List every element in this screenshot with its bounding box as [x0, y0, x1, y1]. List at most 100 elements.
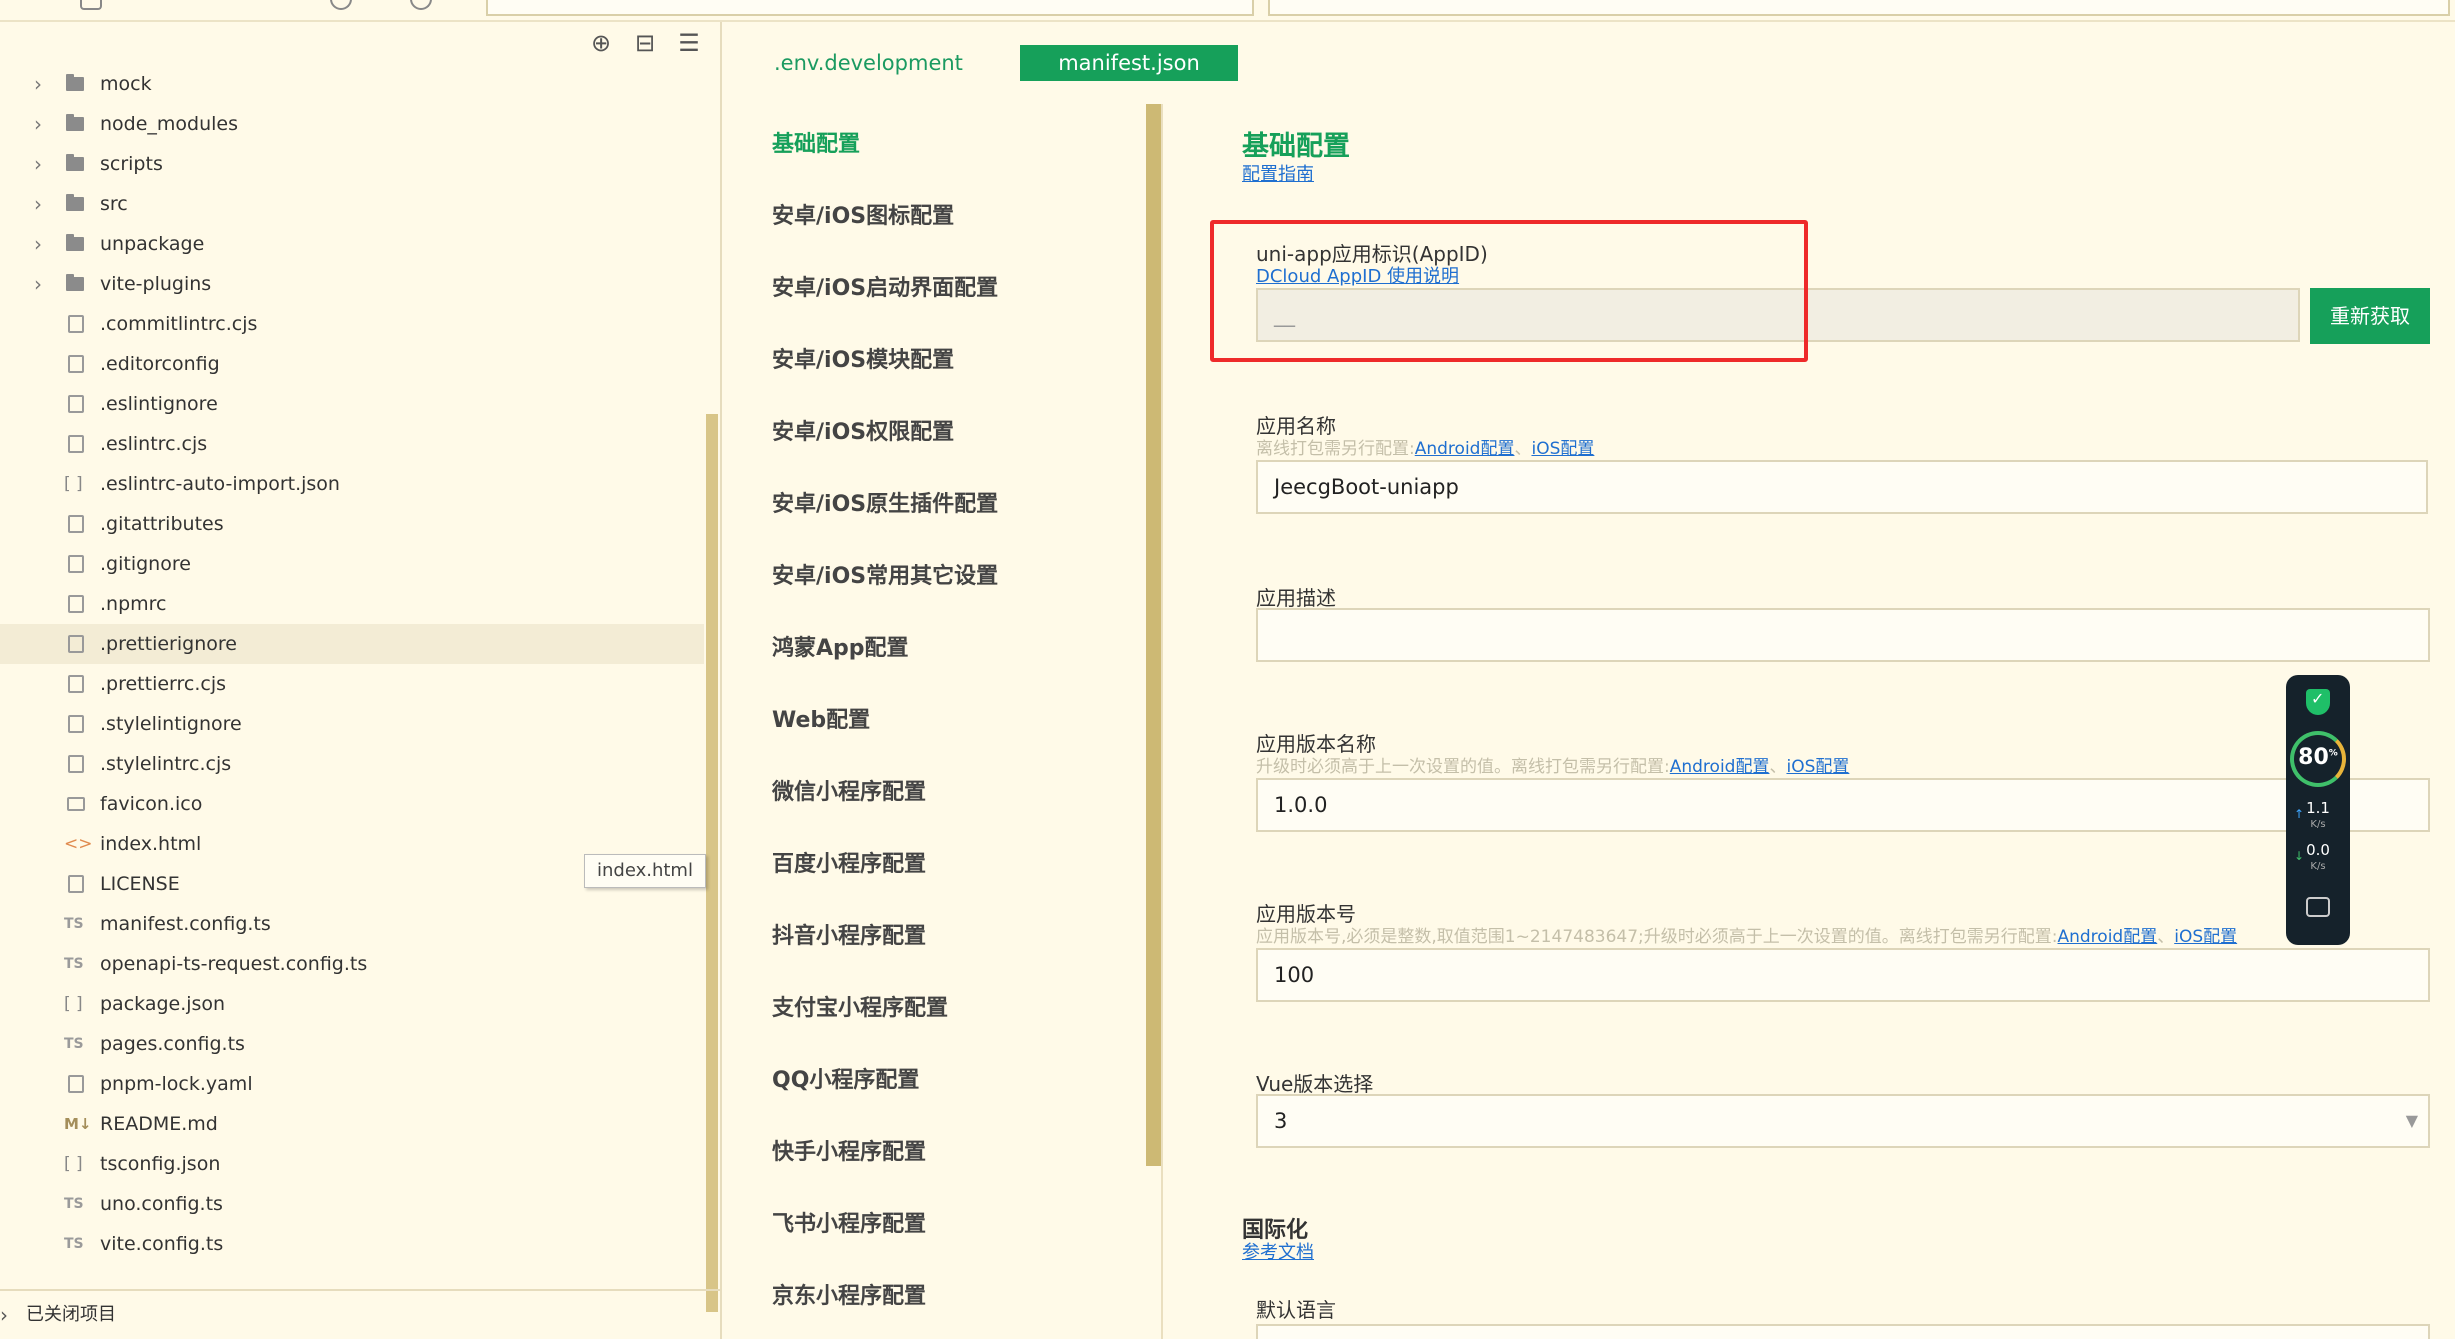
file-tree-item-label: src [100, 193, 128, 215]
file-tree-item[interactable]: TS manifest.config.ts [0, 904, 704, 944]
app-name-field[interactable]: JeecgBoot-uniapp [1256, 460, 2428, 514]
file-tree-item[interactable]: TS vite.config.ts [0, 1224, 704, 1264]
config-guide-link[interactable]: 配置指南 [1242, 160, 1314, 186]
file-tree-item[interactable]: .editorconfig [0, 344, 704, 384]
file-tree: › mock › node_modules › scripts › src › unpackage… [0, 64, 704, 1264]
version-name-field[interactable]: 1.0.0 [1256, 778, 2430, 832]
nav-item[interactable]: 支付宝小程序配置 [772, 990, 948, 1022]
file-icon [68, 675, 84, 693]
file-tree-item[interactable]: M↓ README.md [0, 1104, 704, 1144]
menu-icon[interactable]: ☰ [676, 30, 702, 56]
nav-item[interactable]: 京东小程序配置 [772, 1278, 926, 1310]
breadcrumb-bar[interactable] [486, 0, 1254, 16]
file-tree-item[interactable]: .stylelintignore [0, 704, 704, 744]
nav-item[interactable]: 鸿蒙App配置 [772, 630, 909, 662]
version-code-field[interactable]: 100 [1256, 948, 2430, 1002]
file-tree-item[interactable]: › vite-plugins [0, 264, 704, 304]
file-tree-item[interactable]: .gitignore [0, 544, 704, 584]
file-tree-item[interactable]: .prettierrc.cjs [0, 664, 704, 704]
save-icon[interactable] [80, 0, 102, 10]
file-tree-item[interactable]: › node_modules [0, 104, 704, 144]
nav-item[interactable]: 安卓/iOS原生插件配置 [772, 486, 998, 518]
file-tree-item[interactable]: TS uno.config.ts [0, 1184, 704, 1224]
file-tree-item[interactable]: [ ] .eslintrc-auto-import.json [0, 464, 704, 504]
bookmark-icon[interactable] [330, 0, 352, 10]
nav-item[interactable]: QQ小程序配置 [772, 1062, 919, 1094]
chevron-right-icon[interactable]: › [34, 144, 42, 184]
file-tree-item[interactable]: › scripts [0, 144, 704, 184]
tab-env-development[interactable]: .env.development [774, 45, 963, 81]
nav-item[interactable]: 微信小程序配置 [772, 774, 926, 806]
nav-item[interactable]: Web配置 [772, 702, 870, 734]
ts-file-icon: TS [64, 1036, 84, 1052]
nav-item[interactable]: 安卓/iOS模块配置 [772, 342, 954, 374]
chevron-right-icon[interactable]: › [34, 64, 42, 104]
file-icon [68, 315, 84, 333]
nav-item[interactable]: 抖音小程序配置 [772, 918, 926, 950]
file-tree-item-label: unpackage [100, 233, 205, 255]
file-tree-item[interactable]: [ ] package.json [0, 984, 704, 1024]
ts-file-icon: TS [64, 956, 84, 972]
vue-version-select[interactable]: 3 ▼ [1256, 1094, 2430, 1148]
nav-item[interactable]: 百度小程序配置 [772, 846, 926, 878]
file-tree-item[interactable]: .gitattributes [0, 504, 704, 544]
chevron-right-icon[interactable]: › [34, 184, 42, 224]
app-desc-field[interactable] [1256, 608, 2430, 662]
network-monitor-widget[interactable]: 80% ↑ 1.1 K/s ↓ 0.0 K/s [2286, 675, 2350, 945]
nav-item[interactable]: 安卓/iOS权限配置 [772, 414, 954, 446]
file-tree-item[interactable]: .commitlintrc.cjs [0, 304, 704, 344]
tab-manifest-json[interactable]: manifest.json [1020, 45, 1238, 81]
default-lang-select[interactable] [1256, 1324, 2430, 1339]
usage-gauge: 80% [2290, 731, 2346, 787]
file-tree-item-label: .prettierrc.cjs [100, 673, 227, 695]
locate-icon[interactable]: ⊕ [588, 30, 614, 56]
search-bar[interactable] [1268, 0, 2450, 16]
chevron-right-icon[interactable]: › [34, 224, 42, 264]
collapse-all-icon[interactable]: ⊟ [632, 30, 658, 56]
closed-projects[interactable]: › 已关闭项目 [0, 1289, 722, 1339]
refresh-appid-button[interactable]: 重新获取 [2310, 288, 2430, 344]
android-config-link[interactable]: Android配置 [2057, 927, 2157, 947]
file-tree-item[interactable]: › unpackage [0, 224, 704, 264]
run-icon[interactable] [410, 0, 432, 10]
camera-icon[interactable] [2306, 897, 2330, 917]
file-tree-item[interactable]: TS pages.config.ts [0, 1024, 704, 1064]
i18n-doc-link[interactable]: 参考文档 [1242, 1238, 1314, 1264]
file-tree-item-label: package.json [100, 993, 226, 1015]
file-tree-item[interactable]: .stylelintrc.cjs [0, 744, 704, 784]
file-tree-item[interactable]: .npmrc [0, 584, 704, 624]
file-tree-item[interactable]: .prettierignore [0, 624, 704, 664]
file-tree-item[interactable]: TS openapi-ts-request.config.ts [0, 944, 704, 984]
ios-config-link[interactable]: iOS配置 [2174, 927, 2237, 947]
nav-item[interactable]: 安卓/iOS图标配置 [772, 198, 954, 230]
file-tree-item[interactable]: .eslintignore [0, 384, 704, 424]
nav-item[interactable]: 安卓/iOS启动界面配置 [772, 270, 998, 302]
file-tree-item[interactable]: › mock [0, 64, 704, 104]
android-config-link[interactable]: Android配置 [1670, 757, 1770, 777]
shield-icon [2306, 689, 2330, 715]
default-lang-label: 默认语言 [1256, 1298, 1336, 1322]
nav-item[interactable]: 基础配置 [772, 126, 860, 158]
file-tree-item-label: uno.config.ts [100, 1193, 223, 1215]
nav-item[interactable]: 快手小程序配置 [772, 1134, 926, 1166]
nav-scrollbar[interactable] [1146, 104, 1162, 1166]
chevron-right-icon[interactable]: › [34, 264, 42, 304]
file-tree-item-label: .eslintrc-auto-import.json [100, 473, 340, 495]
android-config-link[interactable]: Android配置 [1415, 439, 1515, 459]
download-rate: 0.0 [2306, 841, 2330, 859]
file-tree-item[interactable]: pnpm-lock.yaml [0, 1064, 704, 1104]
file-tree-item[interactable]: › src [0, 184, 704, 224]
file-tree-item-label: tsconfig.json [100, 1153, 221, 1175]
file-tree-item[interactable]: .eslintrc.cjs [0, 424, 704, 464]
nav-item[interactable]: 飞书小程序配置 [772, 1206, 926, 1238]
chevron-right-icon[interactable]: › [34, 104, 42, 144]
file-tree-item[interactable]: favicon.ico [0, 784, 704, 824]
file-tree-item-label: node_modules [100, 113, 239, 135]
nav-item[interactable]: 安卓/iOS常用其它设置 [772, 558, 998, 590]
explorer-scrollbar[interactable] [706, 414, 718, 1312]
file-tree-item[interactable]: [ ] tsconfig.json [0, 1144, 704, 1184]
ios-config-link[interactable]: iOS配置 [1786, 757, 1849, 777]
ios-config-link[interactable]: iOS配置 [1531, 439, 1594, 459]
file-icon [68, 1075, 84, 1093]
top-toolbar [0, 0, 2455, 22]
